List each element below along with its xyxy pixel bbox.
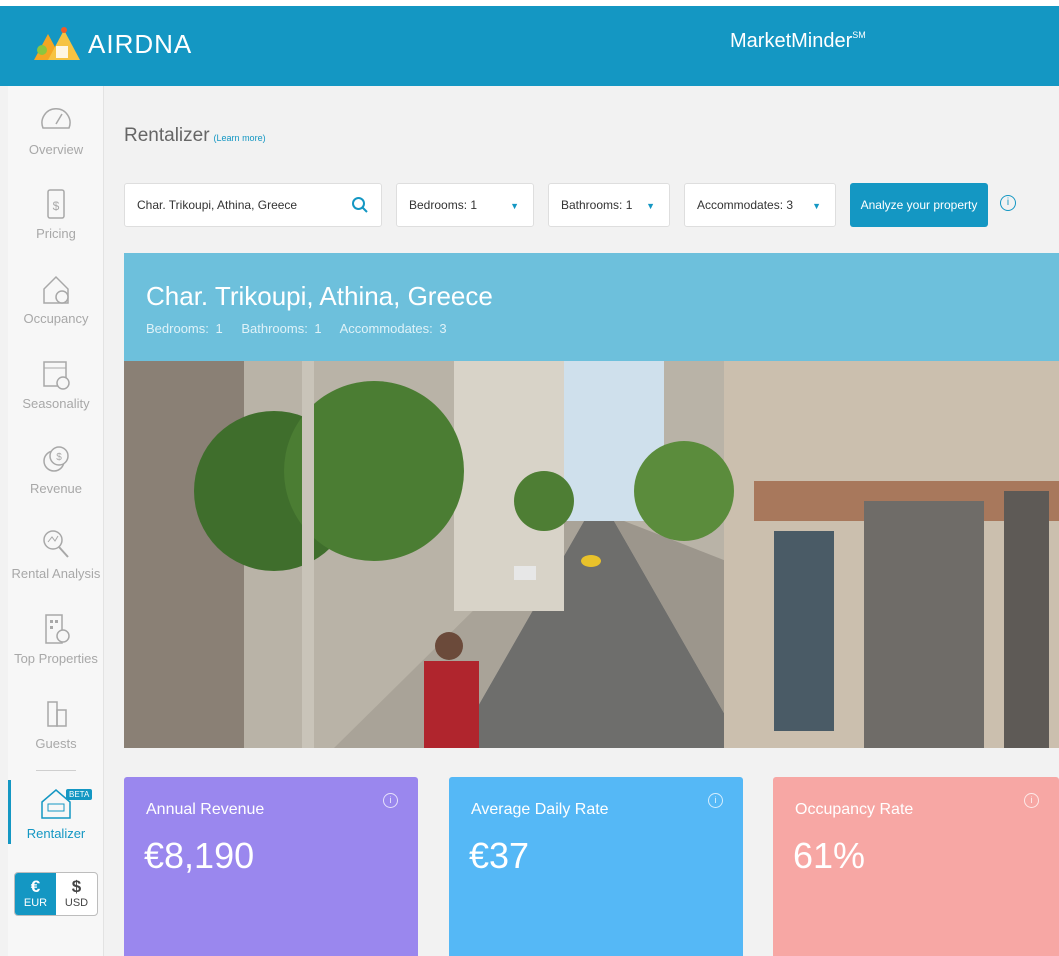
search-icon[interactable] bbox=[351, 196, 369, 214]
street-scene bbox=[124, 361, 1059, 748]
info-icon[interactable]: i bbox=[708, 793, 723, 808]
svg-text:$: $ bbox=[53, 199, 60, 213]
hero-accommodates: Accommodates: 3 bbox=[339, 321, 447, 336]
bathrooms-select[interactable]: Bathrooms: 1 ▼ bbox=[548, 183, 670, 227]
magnifier-chart-icon bbox=[43, 530, 69, 558]
airdna-logo[interactable]: AIRDNA bbox=[32, 26, 192, 62]
sidebar: Overview $ Pricing Occupancy Seasonality… bbox=[8, 86, 104, 956]
building-icon bbox=[45, 614, 70, 644]
sidebar-item-revenue[interactable]: $ Revenue bbox=[8, 441, 104, 496]
calendar-icon bbox=[43, 361, 70, 390]
accommodates-value: Accommodates: 3 bbox=[697, 198, 794, 212]
product-label: MarketMinder bbox=[730, 30, 853, 52]
sidebar-item-label: Guests bbox=[35, 736, 77, 751]
card-value: 61% bbox=[793, 835, 866, 876]
hero-bathrooms: Bathrooms: 1 bbox=[241, 321, 322, 336]
coins-icon: $ bbox=[43, 446, 69, 472]
sidebar-item-overview[interactable]: Overview bbox=[8, 102, 104, 157]
guests-icon bbox=[47, 701, 67, 727]
info-icon[interactable]: i bbox=[1024, 793, 1039, 808]
property-specs: Bedrooms: 1 Bathrooms: 1 Accommodates: 3 bbox=[146, 321, 459, 336]
card-label: Annual Revenue bbox=[146, 801, 265, 818]
svg-text:$: $ bbox=[56, 452, 62, 463]
currency-usd-button[interactable]: $ USD bbox=[56, 873, 97, 915]
hero-bedrooms: Bedrooms: 1 bbox=[146, 321, 223, 336]
bathrooms-value: Bathrooms: 1 bbox=[561, 198, 633, 212]
currency-toggle: € EUR $ USD bbox=[14, 872, 98, 916]
currency-eur-button[interactable]: € EUR bbox=[15, 873, 56, 915]
search-input[interactable]: Char. Trikoupi, Athina, Greece bbox=[124, 183, 382, 227]
beta-badge: BETA bbox=[66, 789, 93, 800]
bedrooms-select[interactable]: Bedrooms: 1 ▼ bbox=[396, 183, 534, 227]
card-value: €8,190 bbox=[144, 835, 255, 876]
house-clock-icon bbox=[43, 275, 69, 304]
sidebar-item-label: Occupancy bbox=[23, 311, 89, 326]
sidebar-item-rental-analysis[interactable]: Rental Analysis bbox=[8, 526, 104, 581]
info-icon[interactable]: i bbox=[1000, 195, 1016, 211]
currency-label: USD bbox=[64, 897, 89, 910]
annual-revenue-card: Annual Revenue €8,190 i bbox=[124, 777, 418, 956]
product-name: MarketMinderSM bbox=[730, 30, 866, 53]
currency-label: EUR bbox=[23, 897, 48, 910]
price-tag-icon: $ bbox=[47, 189, 65, 219]
card-value: €37 bbox=[469, 835, 530, 876]
sidebar-item-label: Pricing bbox=[36, 226, 76, 241]
speedometer-icon bbox=[41, 108, 71, 129]
sidebar-item-occupancy[interactable]: Occupancy bbox=[8, 271, 104, 326]
sidebar-item-label: Overview bbox=[28, 142, 84, 157]
sidebar-item-label: Rental Analysis bbox=[11, 566, 101, 581]
sidebar-item-label: Rentalizer bbox=[26, 826, 86, 841]
sidebar-item-rentalizer[interactable]: BETA Rentalizer bbox=[8, 786, 104, 841]
airdna-logo-icon bbox=[34, 27, 80, 60]
service-mark: SM bbox=[852, 30, 866, 40]
bedrooms-value: Bedrooms: 1 bbox=[409, 198, 478, 212]
sidebar-item-seasonality[interactable]: Seasonality bbox=[8, 356, 104, 411]
page-title: Rentalizer (Learn more) bbox=[124, 125, 266, 147]
top-bar: AIRDNA MarketMinderSM bbox=[0, 0, 1059, 86]
sidebar-divider bbox=[36, 770, 76, 771]
page-title-text: Rentalizer bbox=[124, 125, 210, 146]
dollar-symbol: $ bbox=[71, 877, 82, 896]
accommodates-select[interactable]: Accommodates: 3 ▼ bbox=[684, 183, 836, 227]
sidebar-item-label: Revenue bbox=[29, 481, 83, 496]
chevron-down-icon: ▼ bbox=[510, 201, 519, 211]
top-border bbox=[0, 0, 1059, 6]
learn-more-link[interactable]: (Learn more) bbox=[214, 133, 266, 143]
search-value: Char. Trikoupi, Athina, Greece bbox=[137, 198, 298, 212]
chevron-down-icon: ▼ bbox=[812, 201, 821, 211]
street-view-image bbox=[124, 361, 1059, 748]
occupancy-rate-card: Occupancy Rate 61% i bbox=[773, 777, 1059, 956]
sidebar-item-top-properties[interactable]: Top Properties bbox=[8, 611, 104, 666]
chevron-down-icon: ▼ bbox=[646, 201, 655, 211]
card-label: Average Daily Rate bbox=[471, 801, 609, 818]
sidebar-item-pricing[interactable]: $ Pricing bbox=[8, 186, 104, 241]
info-icon[interactable]: i bbox=[383, 793, 398, 808]
property-header: Char. Trikoupi, Athina, Greece Bedrooms:… bbox=[124, 253, 1059, 361]
sidebar-item-label: Top Properties bbox=[14, 651, 98, 666]
sidebar-item-label: Seasonality bbox=[22, 396, 90, 411]
euro-symbol: € bbox=[30, 877, 41, 896]
property-address: Char. Trikoupi, Athina, Greece bbox=[146, 281, 493, 311]
analyze-button[interactable]: Analyze your property bbox=[850, 183, 988, 227]
logo-text: AIRDNA bbox=[88, 28, 193, 59]
average-daily-rate-card: Average Daily Rate €37 i bbox=[449, 777, 743, 956]
card-label: Occupancy Rate bbox=[795, 801, 914, 818]
sidebar-item-guests[interactable]: Guests bbox=[8, 696, 104, 751]
